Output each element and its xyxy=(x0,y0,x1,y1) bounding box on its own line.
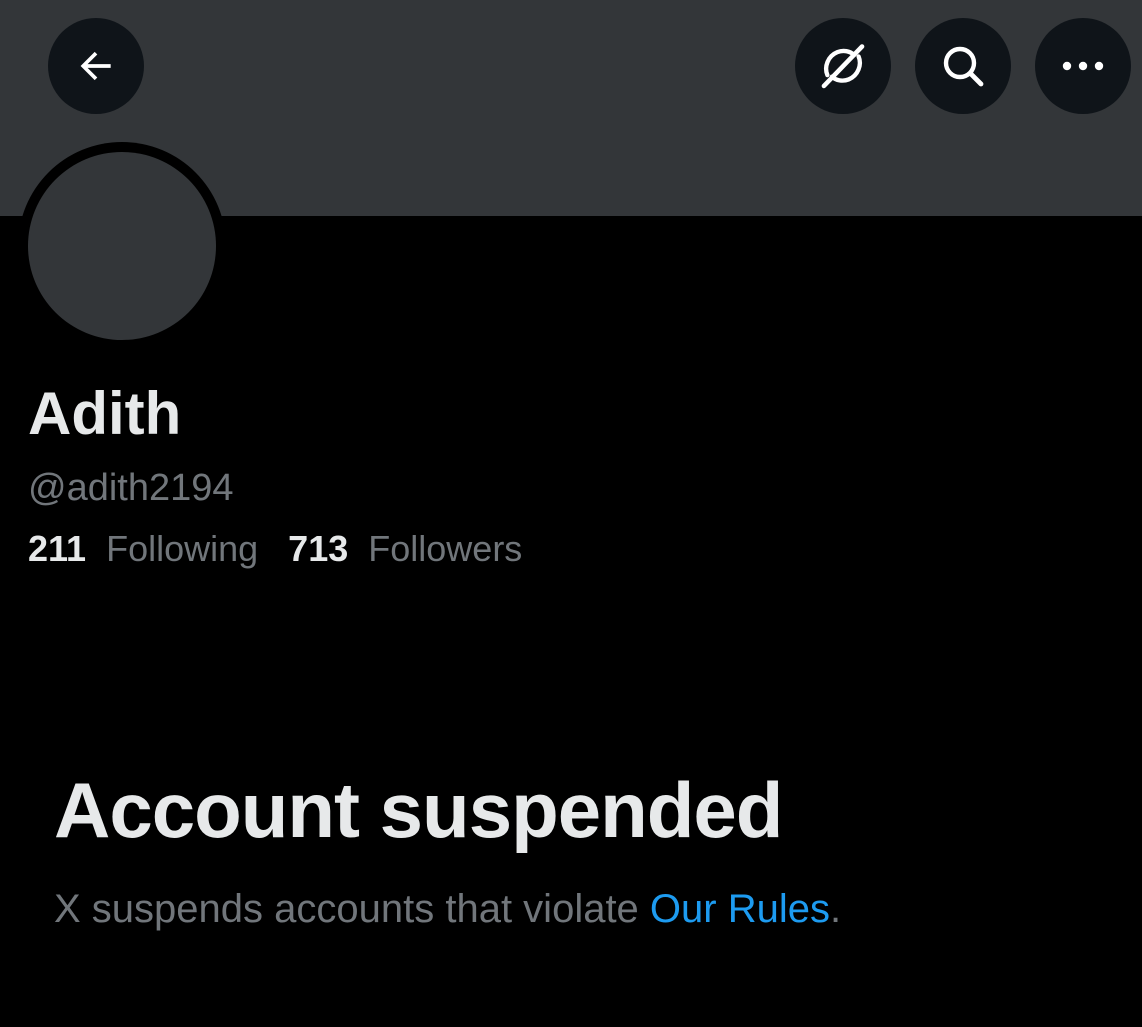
display-name: Adith xyxy=(28,380,182,447)
search-icon xyxy=(939,42,987,90)
following-count: 211 xyxy=(28,528,87,569)
more-horizontal-icon xyxy=(1059,42,1107,90)
suspended-description-text: X suspends accounts that violate xyxy=(54,887,650,931)
more-button[interactable] xyxy=(1035,18,1131,114)
following-stat[interactable]: 211 Following xyxy=(28,527,258,571)
arrow-left-icon xyxy=(74,44,118,88)
followers-stat[interactable]: 713 Followers xyxy=(288,527,522,571)
user-handle: @adith2194 xyxy=(28,467,234,509)
grok-button[interactable] xyxy=(795,18,891,114)
suspended-description: X suspends accounts that violate Our Rul… xyxy=(54,885,841,933)
avatar-ring xyxy=(18,142,226,350)
suspended-description-period: . xyxy=(829,887,842,931)
followers-count: 713 xyxy=(288,528,349,569)
profile-stats: 211 Following 713 Followers xyxy=(28,527,552,571)
following-label: Following xyxy=(96,528,259,569)
our-rules-link[interactable]: Our Rules xyxy=(650,887,830,931)
suspended-title: Account suspended xyxy=(54,766,783,854)
followers-label: Followers xyxy=(358,528,523,569)
grok-icon xyxy=(817,40,869,92)
avatar[interactable] xyxy=(28,152,216,340)
back-button[interactable] xyxy=(48,18,144,114)
search-button[interactable] xyxy=(915,18,1011,114)
